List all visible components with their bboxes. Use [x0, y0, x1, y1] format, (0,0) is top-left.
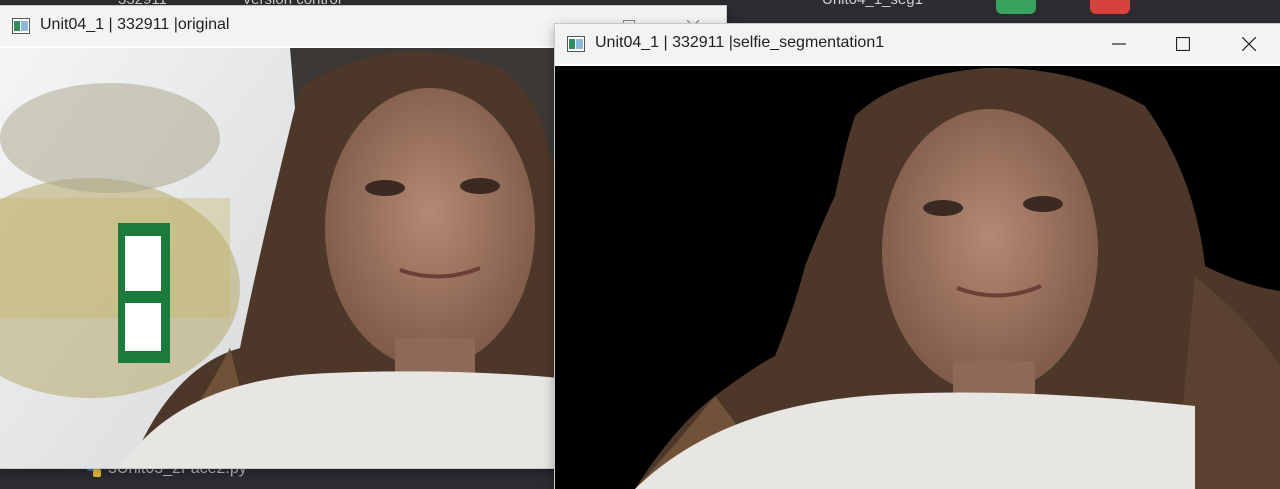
app-window-icon [12, 18, 30, 34]
close-icon [1242, 37, 1256, 51]
stop-button[interactable] [1090, 0, 1130, 14]
maximize-icon [1176, 37, 1190, 51]
app-window-icon [567, 36, 585, 52]
run-button[interactable] [996, 0, 1036, 14]
title-bar[interactable]: Unit04_1 | 332911 |selfie_segmentation1 [555, 24, 1280, 64]
segmented-image [555, 66, 1280, 489]
close-button[interactable] [1218, 24, 1280, 64]
segmentation-window: Unit04_1 | 332911 |selfie_segmentation1 [555, 24, 1280, 489]
run-config-label[interactable]: Unit04_1_seg1 [822, 0, 923, 8]
window-title: Unit04_1 | 332911 |original [40, 16, 230, 33]
minimize-button[interactable] [1088, 24, 1150, 64]
window-title: Unit04_1 | 332911 |selfie_segmentation1 [595, 34, 885, 51]
segmentation-frame [555, 66, 1280, 489]
maximize-button[interactable] [1152, 24, 1214, 64]
minimize-icon [1112, 43, 1126, 45]
